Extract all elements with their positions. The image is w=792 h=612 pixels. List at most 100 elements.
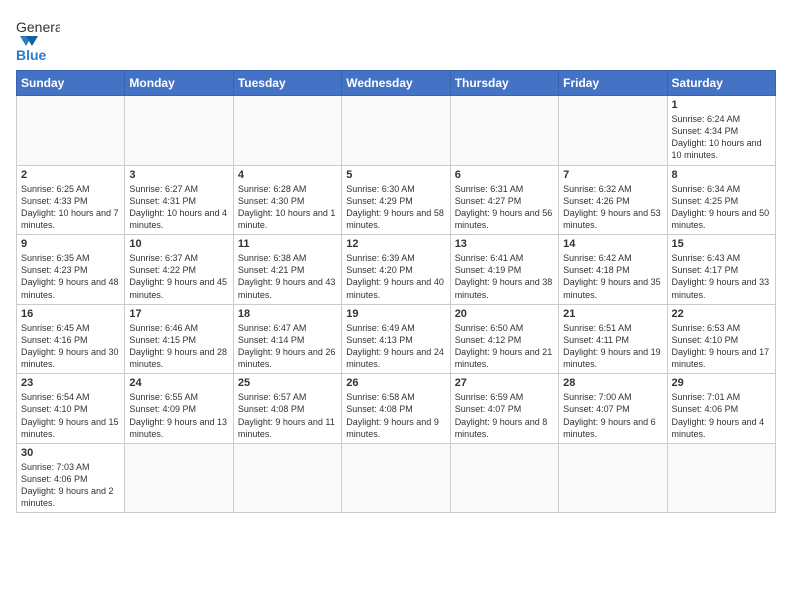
calendar-cell: 4Sunrise: 6:28 AM Sunset: 4:30 PM Daylig… [233, 165, 341, 235]
calendar-cell: 22 Sunrise: 6:53 AM Sunset: 4:10 PM Dayli… [667, 304, 775, 374]
weekday-header-saturday: Saturday [667, 71, 775, 96]
calendar-cell [450, 443, 558, 513]
day-info: Sunrise: 6:47 AM Sunset: 4:14 PM Dayligh… [238, 322, 337, 371]
calendar-cell: 7 Sunrise: 6:32 AM Sunset: 4:26 PM Daylig… [559, 165, 667, 235]
calendar-cell: 18 Sunrise: 6:47 AM Sunset: 4:14 PM Dayli… [233, 304, 341, 374]
calendar-cell: 29 Sunrise: 7:01 AM Sunset: 4:06 PM Dayli… [667, 374, 775, 444]
calendar-cell: 19Sunrise: 6:49 AM Sunset: 4:13 PM Dayli… [342, 304, 450, 374]
calendar-cell: 2Sunrise: 6:25 AM Sunset: 4:33 PM Daylig… [17, 165, 125, 235]
day-info: Sunrise: 6:35 AM Sunset: 4:23 PM Dayligh… [21, 252, 120, 301]
day-info: Sunrise: 7:00 AM Sunset: 4:07 PM Dayligh… [563, 391, 662, 440]
day-info: Sunrise: 7:01 AM Sunset: 4:06 PM Dayligh… [672, 391, 771, 440]
calendar-cell [17, 96, 125, 166]
day-info: Sunrise: 6:43 AM Sunset: 4:17 PM Dayligh… [672, 252, 771, 301]
calendar-cell: 17 Sunrise: 6:46 AM Sunset: 4:15 PM Dayli… [125, 304, 233, 374]
weekday-header-sunday: Sunday [17, 71, 125, 96]
day-number: 5 [346, 169, 445, 181]
day-number: 20 [455, 308, 554, 320]
day-info: Sunrise: 7:03 AM Sunset: 4:06 PM Dayligh… [21, 461, 120, 510]
calendar-cell: 25 Sunrise: 6:57 AM Sunset: 4:08 PM Dayli… [233, 374, 341, 444]
calendar-cell: 5 Sunrise: 6:30 AM Sunset: 4:29 PM Daylig… [342, 165, 450, 235]
day-info: Sunrise: 6:30 AM Sunset: 4:29 PM Dayligh… [346, 183, 445, 232]
day-number: 29 [672, 377, 771, 389]
day-number: 14 [563, 238, 662, 250]
day-info: Sunrise: 6:46 AM Sunset: 4:15 PM Dayligh… [129, 322, 228, 371]
day-number: 18 [238, 308, 337, 320]
calendar-cell: 30 Sunrise: 7:03 AM Sunset: 4:06 PM Dayli… [17, 443, 125, 513]
calendar-cell [559, 443, 667, 513]
calendar-cell: 27Sunrise: 6:59 AM Sunset: 4:07 PM Dayli… [450, 374, 558, 444]
calendar-cell: 21Sunrise: 6:51 AM Sunset: 4:11 PM Dayli… [559, 304, 667, 374]
calendar-cell: 8Sunrise: 6:34 AM Sunset: 4:25 PM Daylig… [667, 165, 775, 235]
day-number: 7 [563, 169, 662, 181]
calendar-cell: 14Sunrise: 6:42 AM Sunset: 4:18 PM Dayli… [559, 235, 667, 305]
day-info: Sunrise: 6:45 AM Sunset: 4:16 PM Dayligh… [21, 322, 120, 371]
generalblue-logo-icon: General Blue [16, 16, 60, 60]
day-number: 16 [21, 308, 120, 320]
day-info: Sunrise: 6:31 AM Sunset: 4:27 PM Dayligh… [455, 183, 554, 232]
day-number: 24 [129, 377, 228, 389]
calendar-cell [233, 96, 341, 166]
calendar-cell [667, 443, 775, 513]
svg-text:Blue: Blue [16, 47, 47, 60]
week-row-2: 9 Sunrise: 6:35 AM Sunset: 4:23 PM Daylig… [17, 235, 776, 305]
svg-text:General: General [16, 19, 60, 35]
day-number: 11 [238, 238, 337, 250]
day-number: 10 [129, 238, 228, 250]
day-info: Sunrise: 6:32 AM Sunset: 4:26 PM Dayligh… [563, 183, 662, 232]
calendar-cell: 1 Sunrise: 6:24 AM Sunset: 4:34 PM Daylig… [667, 96, 775, 166]
day-info: Sunrise: 6:38 AM Sunset: 4:21 PM Dayligh… [238, 252, 337, 301]
calendar-cell: 15 Sunrise: 6:43 AM Sunset: 4:17 PM Dayli… [667, 235, 775, 305]
calendar-cell: 6Sunrise: 6:31 AM Sunset: 4:27 PM Daylig… [450, 165, 558, 235]
calendar: SundayMondayTuesdayWednesdayThursdayFrid… [16, 70, 776, 513]
day-number: 3 [129, 169, 228, 181]
day-number: 30 [21, 447, 120, 459]
day-info: Sunrise: 6:41 AM Sunset: 4:19 PM Dayligh… [455, 252, 554, 301]
day-info: Sunrise: 6:57 AM Sunset: 4:08 PM Dayligh… [238, 391, 337, 440]
day-number: 17 [129, 308, 228, 320]
week-row-5: 30 Sunrise: 7:03 AM Sunset: 4:06 PM Dayli… [17, 443, 776, 513]
page: General Blue SundayMondayTuesdayWednesda… [0, 0, 792, 529]
calendar-cell: 26Sunrise: 6:58 AM Sunset: 4:08 PM Dayli… [342, 374, 450, 444]
day-info: Sunrise: 6:24 AM Sunset: 4:34 PM Dayligh… [672, 113, 771, 162]
week-row-3: 16 Sunrise: 6:45 AM Sunset: 4:16 PM Dayli… [17, 304, 776, 374]
calendar-cell: 28 Sunrise: 7:00 AM Sunset: 4:07 PM Dayli… [559, 374, 667, 444]
day-info: Sunrise: 6:54 AM Sunset: 4:10 PM Dayligh… [21, 391, 120, 440]
weekday-header-friday: Friday [559, 71, 667, 96]
weekday-header-monday: Monday [125, 71, 233, 96]
day-number: 9 [21, 238, 120, 250]
day-info: Sunrise: 6:28 AM Sunset: 4:30 PM Dayligh… [238, 183, 337, 232]
day-number: 25 [238, 377, 337, 389]
calendar-cell [342, 443, 450, 513]
calendar-cell: 10 Sunrise: 6:37 AM Sunset: 4:22 PM Dayli… [125, 235, 233, 305]
calendar-cell: 3 Sunrise: 6:27 AM Sunset: 4:31 PM Daylig… [125, 165, 233, 235]
day-number: 1 [672, 99, 771, 111]
weekday-header-thursday: Thursday [450, 71, 558, 96]
day-number: 28 [563, 377, 662, 389]
day-info: Sunrise: 6:37 AM Sunset: 4:22 PM Dayligh… [129, 252, 228, 301]
day-number: 22 [672, 308, 771, 320]
day-number: 21 [563, 308, 662, 320]
week-row-1: 2Sunrise: 6:25 AM Sunset: 4:33 PM Daylig… [17, 165, 776, 235]
calendar-cell: 23 Sunrise: 6:54 AM Sunset: 4:10 PM Dayli… [17, 374, 125, 444]
calendar-cell: 20 Sunrise: 6:50 AM Sunset: 4:12 PM Dayli… [450, 304, 558, 374]
day-info: Sunrise: 6:34 AM Sunset: 4:25 PM Dayligh… [672, 183, 771, 232]
day-info: Sunrise: 6:58 AM Sunset: 4:08 PM Dayligh… [346, 391, 445, 440]
day-info: Sunrise: 6:53 AM Sunset: 4:10 PM Dayligh… [672, 322, 771, 371]
day-number: 2 [21, 169, 120, 181]
calendar-cell: 9 Sunrise: 6:35 AM Sunset: 4:23 PM Daylig… [17, 235, 125, 305]
day-number: 15 [672, 238, 771, 250]
calendar-cell [125, 443, 233, 513]
day-number: 23 [21, 377, 120, 389]
week-row-4: 23 Sunrise: 6:54 AM Sunset: 4:10 PM Dayli… [17, 374, 776, 444]
day-info: Sunrise: 6:39 AM Sunset: 4:20 PM Dayligh… [346, 252, 445, 301]
calendar-cell [450, 96, 558, 166]
logo: General Blue [16, 16, 60, 60]
day-info: Sunrise: 6:50 AM Sunset: 4:12 PM Dayligh… [455, 322, 554, 371]
weekday-header-wednesday: Wednesday [342, 71, 450, 96]
day-number: 12 [346, 238, 445, 250]
weekday-header-row: SundayMondayTuesdayWednesdayThursdayFrid… [17, 71, 776, 96]
day-info: Sunrise: 6:49 AM Sunset: 4:13 PM Dayligh… [346, 322, 445, 371]
day-info: Sunrise: 6:27 AM Sunset: 4:31 PM Dayligh… [129, 183, 228, 232]
week-row-0: 1 Sunrise: 6:24 AM Sunset: 4:34 PM Daylig… [17, 96, 776, 166]
